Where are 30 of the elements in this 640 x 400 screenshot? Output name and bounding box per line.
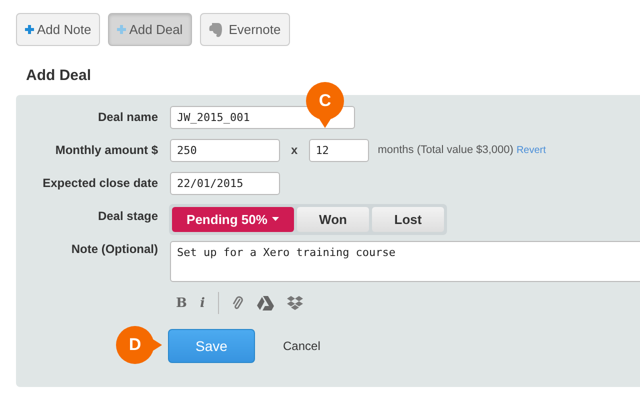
- field-label: Expected close date: [42, 176, 158, 190]
- multiply-sign: x: [291, 143, 298, 157]
- dropbox-icon[interactable]: [286, 296, 303, 310]
- drive-icon[interactable]: [256, 296, 274, 310]
- cancel-link[interactable]: Cancel: [283, 339, 320, 353]
- callout-tooltip: D: [116, 326, 162, 364]
- date-field[interactable]: 22/01/2015: [170, 172, 280, 194]
- field-label: Deal stage: [96, 209, 158, 223]
- plus-icon: [117, 25, 126, 34]
- total-text: months (Total value $3,000): [378, 144, 514, 156]
- callout-tooltip: C: [306, 82, 344, 128]
- paperclip-icon[interactable]: [232, 295, 244, 311]
- plus-icon: [25, 25, 34, 34]
- note-field[interactable]: Set up for a Xero training course: [170, 241, 640, 282]
- stage-button[interactable]: Won: [297, 206, 369, 232]
- field-label: Monthly amount $: [54, 143, 158, 157]
- amount-field[interactable]: 250: [170, 138, 280, 162]
- toolbar-button[interactable]: Add Note: [16, 13, 100, 46]
- italic-button[interactable]: i: [200, 296, 205, 310]
- field-label: Deal name: [96, 110, 158, 124]
- toolbar-button[interactable]: Add Deal: [108, 13, 192, 46]
- section-heading: Add Deal: [25, 66, 92, 86]
- stage-button[interactable]: Lost: [372, 206, 444, 232]
- bold-button[interactable]: B: [176, 296, 187, 310]
- deal-name-field[interactable]: JW_2015_001: [170, 106, 355, 128]
- months-field[interactable]: 12: [308, 138, 369, 162]
- field-label: Note (Optional): [70, 241, 158, 256]
- stage-button[interactable]: Pending 50%: [172, 206, 294, 232]
- caret-icon: [272, 217, 280, 221]
- toolbar-button[interactable]: Evernote: [200, 13, 290, 46]
